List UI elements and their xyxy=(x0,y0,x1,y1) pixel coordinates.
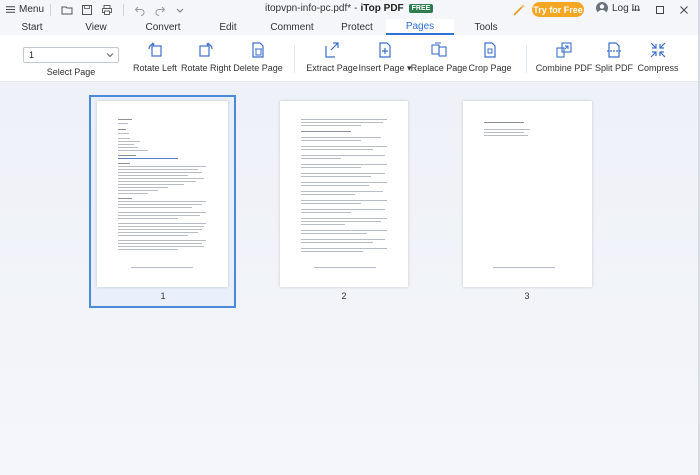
compress-button[interactable]: Compress xyxy=(637,42,679,80)
page-number-2: 2 xyxy=(341,291,347,301)
title-separator: - xyxy=(354,3,358,14)
rotate-right-label: Rotate Right xyxy=(180,63,232,73)
select-page-label: Select Page xyxy=(46,67,96,77)
delete-page-icon xyxy=(252,42,264,58)
page-select-value: 1 xyxy=(29,50,35,60)
page-thumbnail-3[interactable] xyxy=(463,101,592,287)
pages-ribbon: 1 Select Page Rotate Left Rotate Right D… xyxy=(0,35,700,82)
minimize-icon[interactable] xyxy=(628,2,644,17)
rotate-right-button[interactable]: Rotate Right xyxy=(180,42,232,80)
title-bar: Menu itopvpn-info-pc.pdf* - iTop PDF FRE… xyxy=(0,0,700,19)
tab-pages[interactable]: Pages xyxy=(386,19,454,35)
page-thumbnail-1[interactable] xyxy=(97,101,228,287)
tab-comment[interactable]: Comment xyxy=(266,19,318,35)
replace-page-label: Replace Page xyxy=(410,63,468,73)
document-title: itopvpn-info-pc.pdf* - iTop PDF FREE xyxy=(265,3,434,14)
save-icon[interactable] xyxy=(77,0,97,19)
split-pdf-button[interactable]: Split PDF xyxy=(595,42,634,80)
close-icon[interactable] xyxy=(676,2,692,17)
menu-label: Menu xyxy=(19,4,45,15)
open-folder-icon[interactable] xyxy=(57,0,77,19)
page-thumbnail-area[interactable]: 1 2 3 xyxy=(0,83,700,475)
extract-page-label: Extract Page xyxy=(306,63,358,73)
tab-protect[interactable]: Protect xyxy=(334,19,380,35)
rotate-right-icon xyxy=(199,42,213,57)
combine-pdf-icon xyxy=(556,42,572,58)
divider xyxy=(123,3,125,16)
rotate-left-button[interactable]: Rotate Left xyxy=(132,42,178,80)
extract-page-icon xyxy=(325,42,339,58)
crop-page-icon xyxy=(484,42,496,58)
dropdown-chevron-icon[interactable] xyxy=(170,0,190,19)
undo-icon[interactable] xyxy=(130,0,150,19)
ribbon-tabs: Start View Convert Edit Comment Protect … xyxy=(0,19,700,35)
rotate-left-icon xyxy=(148,42,162,57)
insert-page-button[interactable]: Insert Page ▾ xyxy=(358,42,412,80)
page-number-1: 1 xyxy=(160,291,166,301)
tab-edit[interactable]: Edit xyxy=(208,19,248,35)
free-badge: FREE xyxy=(408,4,434,13)
try-for-free-button[interactable]: Try for Free xyxy=(532,2,584,17)
crop-page-label: Crop Page xyxy=(468,63,512,73)
insert-page-label: Insert Page ▾ xyxy=(358,63,412,73)
hamburger-icon xyxy=(5,6,16,13)
insert-page-icon xyxy=(379,42,391,58)
page-number-3: 3 xyxy=(524,291,530,301)
avatar-icon xyxy=(596,2,608,14)
delete-page-label: Delete Page xyxy=(233,63,283,73)
compress-label: Compress xyxy=(637,63,679,73)
redo-icon[interactable] xyxy=(150,0,170,19)
print-icon[interactable] xyxy=(97,0,117,19)
ribbon-divider xyxy=(526,45,527,73)
tab-tools[interactable]: Tools xyxy=(466,19,506,35)
ribbon-divider xyxy=(294,45,295,73)
replace-page-icon xyxy=(431,42,447,57)
split-pdf-label: Split PDF xyxy=(595,63,634,73)
replace-page-button[interactable]: Replace Page xyxy=(411,42,467,80)
rotate-left-label: Rotate Left xyxy=(132,63,178,73)
delete-page-button[interactable]: Delete Page xyxy=(233,42,283,80)
divider xyxy=(50,3,52,16)
tab-convert[interactable]: Convert xyxy=(137,19,189,35)
split-pdf-icon xyxy=(607,42,621,58)
combine-pdf-button[interactable]: Combine PDF xyxy=(536,42,592,80)
combine-pdf-label: Combine PDF xyxy=(535,63,593,73)
page-select-dropdown[interactable]: 1 xyxy=(23,47,119,63)
magic-wand-icon[interactable] xyxy=(512,3,526,16)
chevron-down-icon xyxy=(106,53,114,58)
menu-button[interactable]: Menu xyxy=(0,0,44,19)
tab-view[interactable]: View xyxy=(76,19,116,35)
doc-name: itopvpn-info-pc.pdf* xyxy=(265,3,352,14)
crop-page-button[interactable]: Crop Page xyxy=(468,42,512,80)
maximize-icon[interactable] xyxy=(652,2,668,17)
compress-icon xyxy=(650,42,666,58)
page-thumbnail-2[interactable] xyxy=(280,101,408,287)
extract-page-button[interactable]: Extract Page xyxy=(306,42,358,80)
tab-start[interactable]: Start xyxy=(10,19,54,35)
app-name: iTop PDF xyxy=(360,3,404,14)
